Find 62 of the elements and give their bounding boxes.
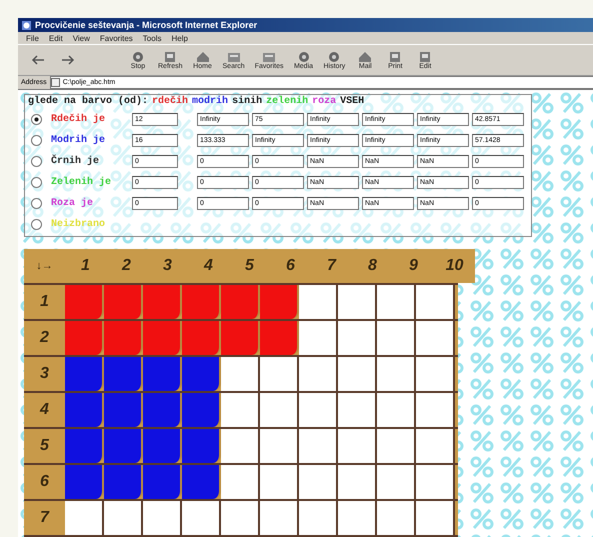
colored-square[interactable] xyxy=(65,357,104,391)
house-icon xyxy=(358,50,372,62)
back-arrow-icon xyxy=(31,55,45,65)
circle-icon xyxy=(296,50,310,62)
row-label: Črnih je xyxy=(51,156,100,167)
colored-square[interactable] xyxy=(182,429,221,463)
colored-square[interactable] xyxy=(143,321,182,355)
colored-square[interactable] xyxy=(104,393,143,427)
colored-square[interactable] xyxy=(65,285,104,319)
column-header: rdečih xyxy=(152,96,188,107)
colored-square[interactable] xyxy=(104,285,143,319)
colored-square[interactable] xyxy=(143,465,182,499)
colored-square[interactable] xyxy=(143,393,182,427)
row-label: Neizbrano xyxy=(51,219,106,230)
colored-square[interactable] xyxy=(143,357,182,391)
menu-item[interactable]: Help xyxy=(171,34,188,42)
column-header: modrih xyxy=(192,96,228,107)
menu-item[interactable]: View xyxy=(72,34,90,42)
panel-icon xyxy=(262,50,276,62)
colored-square[interactable] xyxy=(182,321,221,355)
circle-icon xyxy=(131,50,145,62)
column-header: roza xyxy=(312,96,336,107)
colored-square[interactable] xyxy=(221,285,260,319)
colored-square[interactable] xyxy=(104,465,143,499)
colored-square[interactable] xyxy=(260,321,299,355)
forward-arrow-icon xyxy=(61,55,75,65)
colored-square[interactable] xyxy=(143,429,182,463)
colored-square[interactable] xyxy=(182,357,221,391)
colored-square[interactable] xyxy=(143,285,182,319)
colored-square[interactable] xyxy=(182,285,221,319)
row-label: Rdečih je xyxy=(51,114,106,125)
colored-square[interactable] xyxy=(104,321,143,355)
colored-square[interactable] xyxy=(182,393,221,427)
browser-logo-icon xyxy=(21,20,32,30)
row-label: Zelenih je xyxy=(51,177,112,188)
page-icon xyxy=(50,78,60,87)
colored-square[interactable] xyxy=(65,321,104,355)
menu-item[interactable]: File xyxy=(26,34,39,42)
colored-square[interactable] xyxy=(104,429,143,463)
window-title: Procvičenie seštevanja - Microsoft Internet Explorer xyxy=(35,20,258,30)
menu-item[interactable]: Favorites xyxy=(100,34,133,42)
row-label: Roza je xyxy=(51,198,94,209)
panel-icon xyxy=(226,50,241,62)
column-header: glede na barvo (od): xyxy=(28,96,148,107)
circle-icon xyxy=(327,50,342,62)
colored-square[interactable] xyxy=(182,465,221,499)
colored-square[interactable] xyxy=(65,465,104,499)
column-header: zelenih xyxy=(266,96,308,107)
menu-item[interactable]: Tools xyxy=(142,34,162,42)
menu-item[interactable]: Edit xyxy=(48,34,63,42)
colored-square[interactable] xyxy=(221,321,260,355)
colored-square[interactable] xyxy=(65,429,104,463)
window-icon xyxy=(163,50,178,62)
column-header: sinih xyxy=(232,96,262,107)
window-icon xyxy=(388,50,402,62)
window-icon xyxy=(418,50,432,62)
house-icon xyxy=(196,50,210,62)
row-label: Modrih je xyxy=(51,135,106,146)
column-header: VSEH xyxy=(340,96,364,107)
colored-square[interactable] xyxy=(104,357,143,391)
colored-square[interactable] xyxy=(260,285,299,319)
colored-square[interactable] xyxy=(65,393,104,427)
